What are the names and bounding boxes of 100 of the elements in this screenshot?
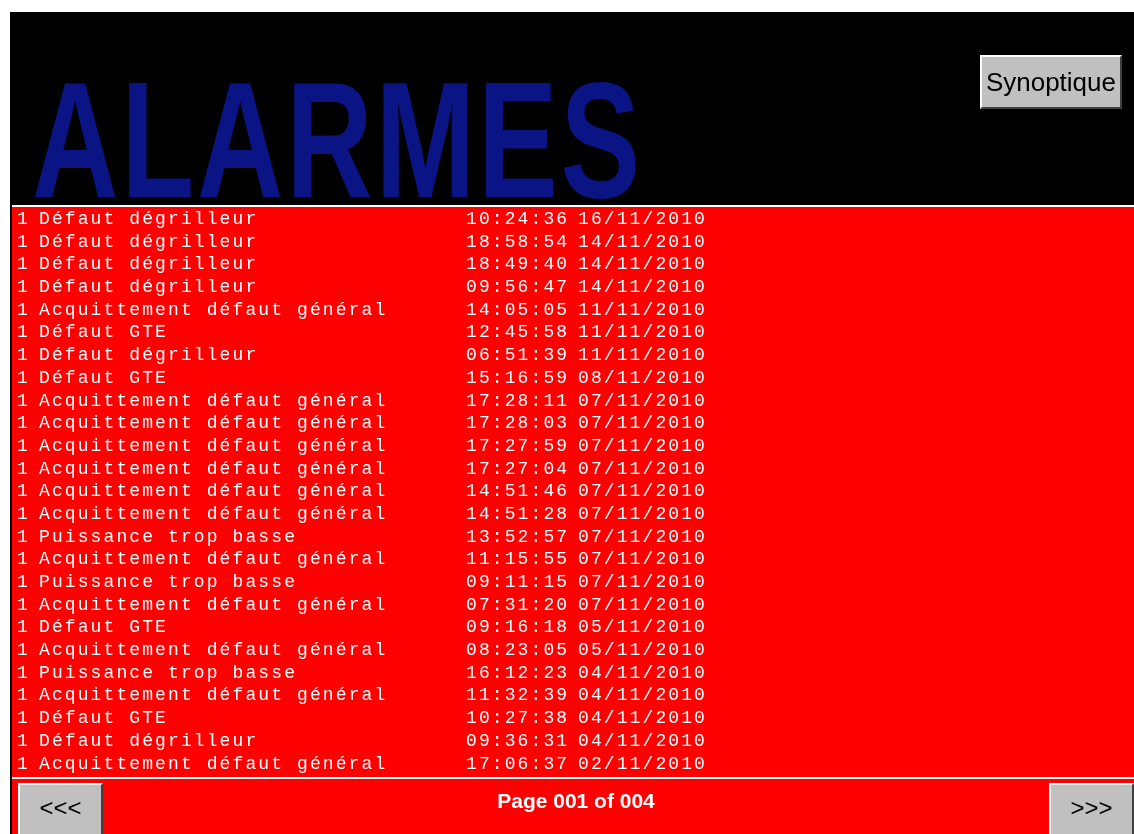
- alarm-message: Puissance trop basse: [39, 525, 299, 549]
- page-indicator: Page 001 of 004: [497, 788, 655, 814]
- alarm-date: 05/11/2010: [578, 616, 708, 640]
- alarm-time: 18:58:54: [466, 230, 571, 254]
- alarm-date: 04/11/2010: [578, 684, 708, 708]
- alarm-time: 11:32:39: [466, 684, 571, 708]
- alarm-message: Défaut dégrilleur: [39, 253, 260, 277]
- alarm-date: 07/11/2010: [578, 593, 708, 617]
- alarm-count: 1: [17, 616, 31, 640]
- alarm-count: 1: [17, 344, 31, 367]
- alarm-time: 12:45:58: [466, 321, 571, 345]
- alarm-count: 1: [17, 729, 31, 753]
- alarm-message: Acquittement défaut général: [39, 389, 389, 413]
- synoptic-button[interactable]: Synoptique: [979, 55, 1122, 109]
- alarm-date: 07/11/2010: [578, 412, 708, 435]
- alarm-time: 09:36:31: [466, 729, 571, 753]
- alarm-count: 1: [17, 412, 31, 435]
- alarm-count: 1: [17, 366, 31, 390]
- alarm-date: 11/11/2010: [578, 344, 708, 367]
- alarm-message: Défaut dégrilleur: [39, 729, 260, 753]
- alarm-message: Acquittement défaut général: [39, 684, 389, 708]
- alarm-date: 14/11/2010: [578, 253, 708, 277]
- alarm-time: 09:11:15: [466, 571, 571, 594]
- alarm-date: 14/11/2010: [578, 230, 708, 254]
- alarm-date: 05/11/2010: [578, 639, 708, 662]
- alarm-message: Acquittement défaut général: [39, 457, 389, 481]
- alarm-count: 1: [17, 707, 31, 730]
- alarm-count: 1: [17, 253, 31, 277]
- alarm-message: Acquittement défaut général: [39, 298, 389, 322]
- alarm-date: 11/11/2010: [578, 298, 708, 322]
- alarm-date: 14/11/2010: [578, 276, 708, 299]
- alarm-message: Défaut GTE: [39, 707, 170, 730]
- alarm-message: Acquittement défaut général: [39, 502, 389, 526]
- alarm-date: 07/11/2010: [578, 480, 708, 503]
- alarm-time: 17:06:37: [466, 752, 571, 776]
- alarm-count: 1: [17, 639, 31, 662]
- alarm-time: 17:28:11: [466, 389, 571, 413]
- page-title: ALARMES: [32, 78, 644, 202]
- alarm-message: Acquittement défaut général: [39, 412, 389, 435]
- alarm-time: 11:15:55: [466, 548, 571, 571]
- alarm-time: 10:24:36: [466, 208, 571, 231]
- alarm-date: 07/11/2010: [578, 389, 708, 413]
- alarm-time: 10:27:38: [466, 707, 571, 730]
- alarm-count: 1: [17, 525, 31, 549]
- alarm-time: 17:28:03: [466, 412, 571, 435]
- alarm-date: 11/11/2010: [578, 321, 708, 345]
- alarm-date: 16/11/2010: [578, 208, 708, 231]
- alarm-count: 1: [17, 276, 31, 299]
- alarm-message: Puissance trop basse: [39, 661, 299, 685]
- alarm-date: 04/11/2010: [578, 707, 708, 730]
- alarm-date: 07/11/2010: [578, 548, 708, 571]
- alarm-time: 17:27:04: [466, 457, 571, 481]
- previous-page-button[interactable]: <<<: [18, 783, 103, 834]
- alarm-count: 1: [17, 389, 31, 413]
- alarm-count: 1: [17, 502, 31, 526]
- alarm-message: Acquittement défaut général: [39, 548, 389, 571]
- next-page-button[interactable]: >>>: [1049, 783, 1134, 834]
- alarm-time: 09:56:47: [466, 276, 571, 299]
- alarm-date: 04/11/2010: [578, 661, 708, 685]
- alarm-message: Défaut dégrilleur: [39, 208, 260, 231]
- alarm-message: Acquittement défaut général: [39, 480, 389, 503]
- alarm-date: 07/11/2010: [578, 571, 708, 594]
- alarm-message: Défaut dégrilleur: [39, 230, 260, 254]
- alarm-count: 1: [17, 593, 31, 617]
- alarm-time: 14:51:46: [466, 480, 571, 503]
- alarm-count: 1: [17, 230, 31, 254]
- alarm-message: Défaut GTE: [39, 321, 170, 345]
- alarm-count: 1: [17, 480, 31, 503]
- alarm-date: 04/11/2010: [578, 729, 708, 753]
- alarm-date: 07/11/2010: [578, 502, 708, 526]
- alarm-time: 13:52:57: [466, 525, 571, 549]
- alarm-count: 1: [17, 571, 31, 594]
- alarm-time: 06:51:39: [466, 344, 571, 367]
- alarm-count: 1: [17, 661, 31, 685]
- alarm-date: 07/11/2010: [578, 525, 708, 549]
- alarm-message: Acquittement défaut général: [39, 752, 389, 776]
- alarm-time: 07:31:20: [466, 593, 571, 617]
- alarm-message: Acquittement défaut général: [39, 434, 389, 458]
- alarm-count: 1: [17, 684, 31, 708]
- alarm-count: 1: [17, 434, 31, 458]
- alarm-count: 1: [17, 752, 31, 776]
- alarm-time: 18:49:40: [466, 253, 571, 277]
- alarm-time: 08:23:05: [466, 639, 571, 662]
- alarm-time: 14:05:05: [466, 298, 571, 322]
- alarm-message: Défaut dégrilleur: [39, 344, 260, 367]
- alarm-date: 02/11/2010: [578, 752, 708, 776]
- alarm-count: 1: [17, 298, 31, 322]
- alarm-date: 07/11/2010: [578, 434, 708, 458]
- alarm-message: Puissance trop basse: [39, 571, 299, 594]
- alarm-time: 15:16:59: [466, 366, 571, 390]
- alarm-message: Acquittement défaut général: [39, 639, 389, 662]
- alarm-time: 16:12:23: [466, 661, 571, 685]
- alarm-date: 08/11/2010: [578, 366, 708, 390]
- alarm-count: 1: [17, 208, 31, 231]
- alarm-message: Défaut GTE: [39, 366, 170, 390]
- alarm-date: 07/11/2010: [578, 457, 708, 481]
- alarm-message: Défaut GTE: [39, 616, 170, 640]
- alarm-message: Défaut dégrilleur: [39, 276, 260, 299]
- alarm-count: 1: [17, 321, 31, 345]
- alarm-time: 14:51:28: [466, 502, 571, 526]
